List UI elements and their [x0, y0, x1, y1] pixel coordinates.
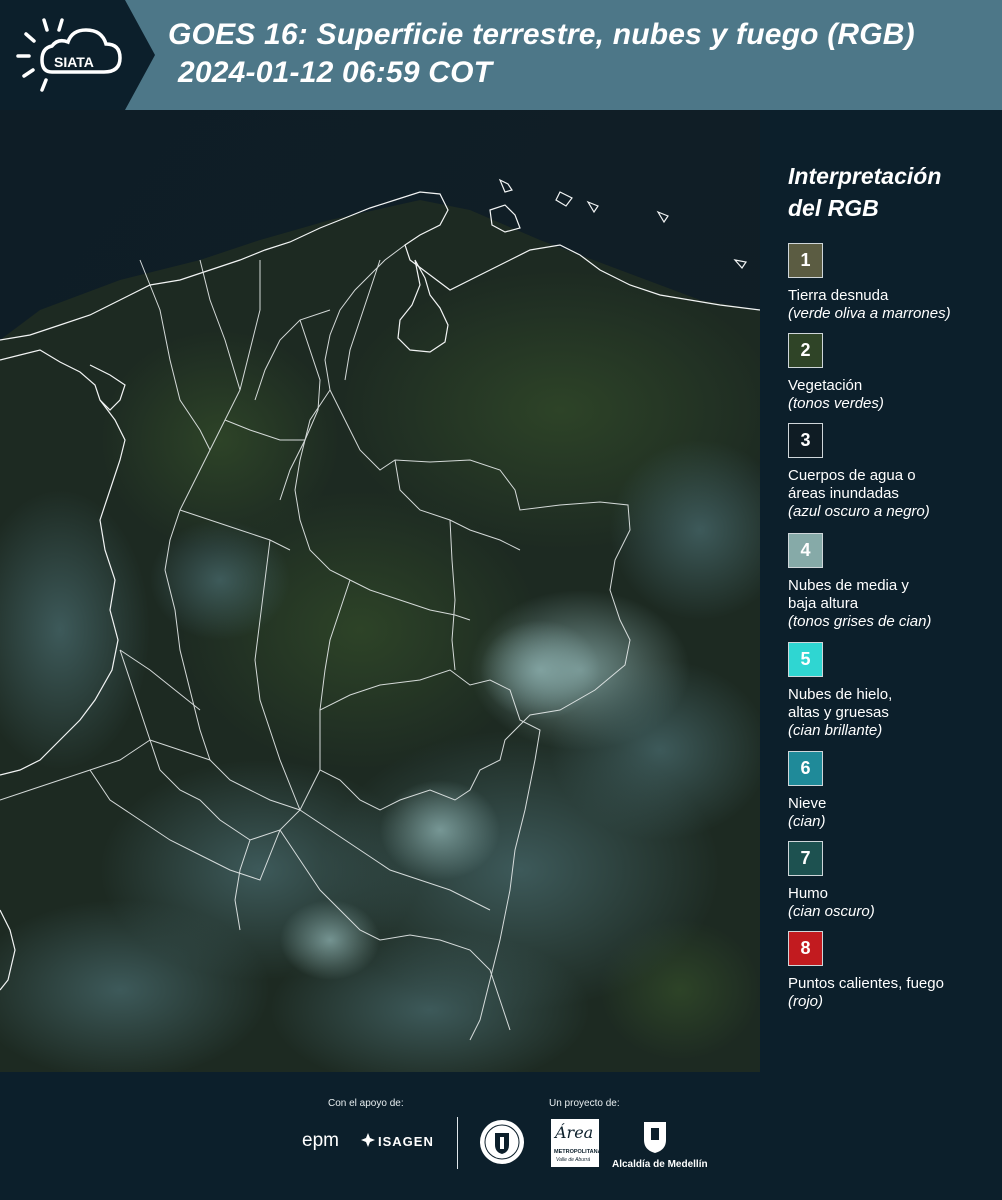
support-label: Con el apoyo de:: [328, 1098, 404, 1109]
legend-label-4b: baja altura: [788, 595, 859, 612]
legend-note-7: (cian oscuro): [788, 903, 875, 920]
legend-label-6: Nieve: [788, 795, 827, 812]
legend-label-4a: Nubes de media y: [788, 577, 909, 594]
municipal-seal-logo: [478, 1118, 526, 1166]
legend-item-4: 4 Nubes de media y baja altura (tonos gris…: [788, 533, 1002, 631]
legend-swatch-2: 2: [788, 333, 823, 368]
legend-item-1: 1 Tierra desnuda (verde oliva a marrones): [788, 243, 1002, 323]
title-line-1: GOES 16: Superficie terrestre, nubes y f…: [168, 18, 915, 51]
legend-item-6: 6 Nieve (cian): [788, 751, 1002, 831]
footer: Con el apoyo de: Un proyecto de: epm ISA…: [0, 1072, 1002, 1200]
legend-item-2: 2 Vegetación (tonos verdes): [788, 333, 1002, 413]
legend-note-8: (rojo): [788, 993, 824, 1010]
header: SIATA GOES 16: Superficie terrestre, nub…: [0, 0, 1002, 110]
legend-label-2: Vegetación: [788, 377, 863, 394]
legend-swatch-8: 8: [788, 931, 823, 966]
legend-label-3a: Cuerpos de agua o: [788, 467, 916, 484]
legend-label-8: Puntos calientes, fuego: [788, 975, 944, 992]
legend-label-5b: altas y gruesas: [788, 704, 889, 721]
legend-swatch-1: 1: [788, 243, 823, 278]
legend-note-6: (cian): [788, 813, 826, 830]
alcaldia-shield-icon: [642, 1120, 668, 1154]
legend-note-5: (cian brillante): [788, 722, 883, 739]
page-title: GOES 16: Superficie terrestre, nubes y f…: [168, 16, 915, 92]
legend-item-3: 3 Cuerpos de agua o áreas inundadas (azul …: [788, 423, 1002, 521]
legend-label-1: Tierra desnuda: [788, 287, 889, 304]
legend-panel: Interpretación del RGB 1 Tierra desnuda(…: [760, 110, 1002, 1072]
legend-title-line-2: del RGB: [788, 195, 879, 221]
legend-item-8: 8 Puntos calientes, fuego (rojo): [788, 931, 1002, 1011]
isagen-logo: ISAGEN: [378, 1134, 434, 1149]
legend-note-1: (verde oliva a marrones): [788, 305, 951, 322]
epm-logo: epm: [302, 1130, 339, 1151]
legend-swatch-3: 3: [788, 423, 823, 458]
alcaldia-logo-text: Alcaldía de Medellín: [612, 1159, 708, 1170]
legend-item-5: 5 Nubes de hielo, altas y gruesas (cian br…: [788, 642, 1002, 740]
legend-label-7: Humo: [788, 885, 829, 902]
isagen-icon: [360, 1132, 376, 1148]
legend-swatch-7: 7: [788, 841, 823, 876]
legend-note-2: (tonos verdes): [788, 395, 884, 412]
siata-logo-text: SIATA: [54, 54, 94, 70]
satellite-map: [0, 110, 760, 1072]
legend-swatch-6: 6: [788, 751, 823, 786]
legend-note-4: (tonos grises de cian): [788, 613, 932, 630]
legend-label-5a: Nubes de hielo,: [788, 686, 893, 703]
legend-label-3b: áreas inundadas: [788, 485, 899, 502]
legend-swatch-5: 5: [788, 642, 823, 677]
legend-note-3: (azul oscuro a negro): [788, 503, 930, 520]
legend-swatch-4: 4: [788, 533, 823, 568]
title-timestamp: 2024-01-12 06:59 COT: [178, 56, 493, 89]
area-metropolitana-logo: Área METROPOLITANA Valle de Aburrá: [551, 1119, 602, 1167]
legend-title: Interpretación del RGB: [788, 160, 941, 224]
footer-divider: [457, 1117, 458, 1169]
legend-item-7: 7 Humo (cian oscuro): [788, 841, 1002, 921]
legend-title-line-1: Interpretación: [788, 163, 942, 189]
project-label: Un proyecto de:: [549, 1098, 620, 1109]
siata-logo: SIATA: [12, 14, 132, 96]
